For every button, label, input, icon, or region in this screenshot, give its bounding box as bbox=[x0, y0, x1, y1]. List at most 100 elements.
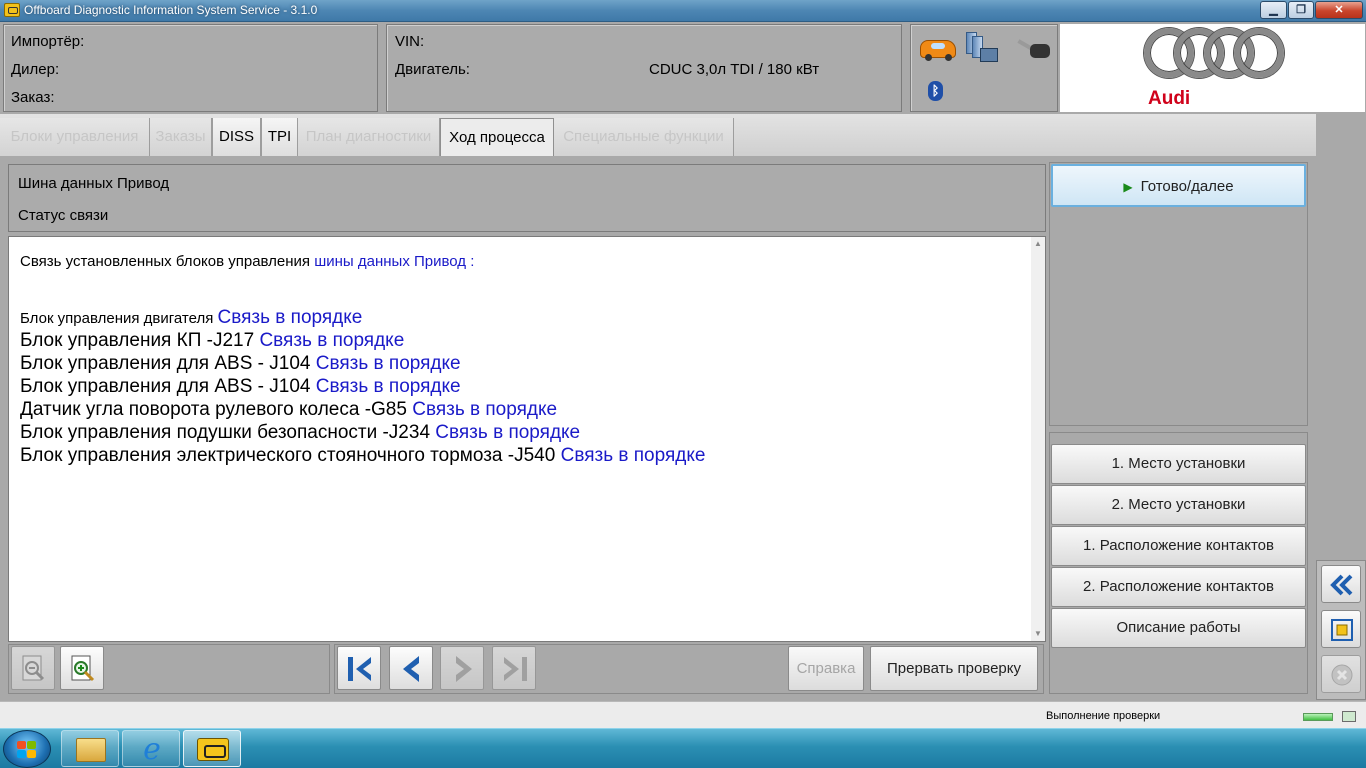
list-item: Блок управления КП -J217 Связь в порядке bbox=[20, 330, 404, 352]
tab-orders[interactable]: Заказы bbox=[150, 118, 212, 156]
forward-arrow-icon bbox=[456, 656, 472, 682]
control-unit-label: Блок управления КП -J217 bbox=[20, 330, 260, 351]
connection-ok-status: Связь в порядке bbox=[435, 422, 581, 443]
fit-window-button[interactable] bbox=[1321, 610, 1361, 648]
play-arrow-icon: ▶ bbox=[1123, 180, 1133, 194]
title-bar[interactable]: Offboard Diagnostic Information System S… bbox=[0, 0, 1366, 22]
connection-ok-status: Связь в порядке bbox=[217, 307, 363, 328]
zoom-in-button[interactable] bbox=[60, 646, 104, 690]
network-icon[interactable] bbox=[966, 32, 1000, 68]
connection-ok-status: Связь в порядке bbox=[315, 376, 461, 397]
connection-ok-status: Связь в порядке bbox=[315, 353, 461, 374]
taskbar-ie-button[interactable]: e bbox=[122, 730, 180, 767]
results-text-area[interactable]: Связь установленных блоков управления ши… bbox=[8, 236, 1046, 642]
start-button[interactable] bbox=[3, 730, 51, 768]
install-location-1-button[interactable]: 1. Место установки bbox=[1051, 444, 1306, 484]
abort-test-button[interactable]: Прервать проверку bbox=[870, 646, 1038, 691]
install-location-2-button[interactable]: 2. Место установки bbox=[1051, 485, 1306, 525]
maximize-button[interactable]: ❐ bbox=[1288, 1, 1314, 19]
odis-app-icon bbox=[4, 3, 20, 17]
pin-layout-1-button[interactable]: 1. Расположение контактов bbox=[1051, 526, 1306, 566]
intro-text: Связь установленных блоков управления bbox=[20, 253, 315, 270]
double-chevron-left-icon bbox=[1330, 574, 1353, 596]
list-item: Блок управления для ABS - J104 Связь в п… bbox=[20, 353, 461, 375]
pin-layout-2-button[interactable]: 2. Расположение контактов bbox=[1051, 567, 1306, 607]
status-progress-indicator bbox=[1303, 713, 1333, 721]
order-label: Заказ: bbox=[11, 89, 55, 106]
connection-status-subtitle: Статус связи bbox=[18, 207, 109, 224]
status-text: Выполнение проверки bbox=[1046, 710, 1161, 722]
engine-value: CDUC 3,0л TDI / 180 кВт bbox=[649, 61, 820, 78]
internet-explorer-icon: e bbox=[143, 732, 161, 767]
scroll-up-arrow-icon[interactable]: ▲ bbox=[1031, 237, 1045, 251]
control-unit-label: Блок управления двигателя bbox=[20, 310, 218, 327]
control-unit-label: Блок управления для ABS - J104 bbox=[20, 353, 316, 374]
connection-ok-status: Связь в порядке bbox=[560, 445, 706, 466]
zoom-out-button[interactable] bbox=[11, 646, 55, 690]
data-bus-title: Шина данных Привод bbox=[18, 175, 170, 192]
control-unit-label: Блок управления для ABS - J104 bbox=[20, 376, 316, 397]
connection-ok-status: Связь в порядке bbox=[412, 399, 558, 420]
vehicle-info-panel: VIN: Двигатель: CDUC 3,0л TDI / 180 кВт bbox=[386, 24, 902, 112]
skip-to-last-icon bbox=[504, 657, 527, 681]
zoom-out-icon bbox=[22, 655, 45, 681]
importer-label: Импортёр: bbox=[11, 33, 85, 50]
control-unit-label: Блок управления подушки безопасности -J2… bbox=[20, 422, 436, 443]
list-item: Датчик угла поворота рулевого колеса -G8… bbox=[20, 399, 557, 421]
close-window-button[interactable]: ✕ bbox=[1315, 1, 1363, 19]
bluetooth-icon[interactable]: ᛒ bbox=[928, 81, 943, 101]
close-circle-icon bbox=[1331, 664, 1353, 686]
intro-bus-link: шины данных Привод : bbox=[314, 253, 475, 270]
done-next-button[interactable]: ▶ Готово/далее bbox=[1051, 164, 1306, 207]
help-button[interactable]: Справка bbox=[788, 646, 864, 691]
engine-label: Двигатель: bbox=[395, 61, 470, 78]
key-icon[interactable] bbox=[1016, 38, 1050, 60]
intro-line: Связь установленных блоков управления ши… bbox=[20, 253, 474, 270]
vertical-scrollbar[interactable]: ▲ ▼ bbox=[1031, 237, 1045, 641]
tab-diss[interactable]: DISS bbox=[212, 118, 261, 156]
windows-logo-icon bbox=[17, 741, 37, 759]
audi-rings-logo bbox=[1144, 28, 1284, 78]
tab-process[interactable]: Ход процесса bbox=[440, 118, 554, 156]
folder-icon bbox=[76, 738, 106, 762]
car-icon[interactable] bbox=[920, 40, 956, 61]
scroll-down-arrow-icon[interactable]: ▼ bbox=[1031, 627, 1045, 641]
control-unit-label: Датчик угла поворота рулевого колеса -G8… bbox=[20, 399, 413, 420]
skip-to-first-icon bbox=[348, 657, 371, 681]
next-step-button[interactable] bbox=[440, 646, 484, 690]
list-item: Блок управления подушки безопасности -J2… bbox=[20, 422, 580, 444]
test-info-box: Шина данных Привод Статус связи bbox=[8, 164, 1046, 232]
tab-special-functions[interactable]: Специальные функции bbox=[554, 118, 734, 156]
customer-info-panel: Импортёр: Дилер: Заказ: bbox=[3, 24, 378, 112]
collapse-panel-button[interactable] bbox=[1321, 565, 1361, 603]
last-step-button[interactable] bbox=[492, 646, 536, 690]
connection-ok-status: Связь в порядке bbox=[259, 330, 405, 351]
network-status-icon bbox=[1342, 711, 1356, 722]
window-title: Offboard Diagnostic Information System S… bbox=[24, 3, 318, 17]
zoom-in-icon bbox=[71, 655, 95, 682]
work-description-button[interactable]: Описание работы bbox=[1051, 608, 1306, 648]
done-next-label: Готово/далее bbox=[1140, 178, 1234, 195]
taskbar-explorer-button[interactable] bbox=[61, 730, 119, 767]
list-item: Блок управления двигателя Связь в порядк… bbox=[20, 307, 362, 329]
vin-label: VIN: bbox=[395, 33, 425, 50]
tab-control-units[interactable]: Блоки управления bbox=[0, 118, 150, 156]
list-item: Блок управления электрического стояночно… bbox=[20, 445, 705, 467]
dealer-label: Дилер: bbox=[11, 61, 60, 78]
list-item: Блок управления для ABS - J104 Связь в п… bbox=[20, 376, 461, 398]
tab-tpi[interactable]: TPI bbox=[261, 118, 298, 156]
back-arrow-icon bbox=[403, 656, 419, 682]
minimize-button[interactable]: ▁ bbox=[1260, 1, 1287, 19]
tab-diagnostic-plan[interactable]: План диагностики bbox=[298, 118, 440, 156]
first-step-button[interactable] bbox=[337, 646, 381, 690]
previous-step-button[interactable] bbox=[389, 646, 433, 690]
cancel-button[interactable] bbox=[1321, 655, 1361, 693]
audi-logo-text: Audi bbox=[1148, 88, 1191, 109]
status-bar: Выполнение проверки bbox=[0, 701, 1366, 728]
frame-icon bbox=[1331, 619, 1353, 641]
taskbar-odis-button[interactable] bbox=[183, 730, 241, 767]
control-unit-label: Блок управления электрического стояночно… bbox=[20, 445, 561, 466]
zoom-toolbar bbox=[8, 644, 330, 694]
odis-engine-icon bbox=[197, 738, 229, 761]
right-margin bbox=[1316, 114, 1366, 560]
